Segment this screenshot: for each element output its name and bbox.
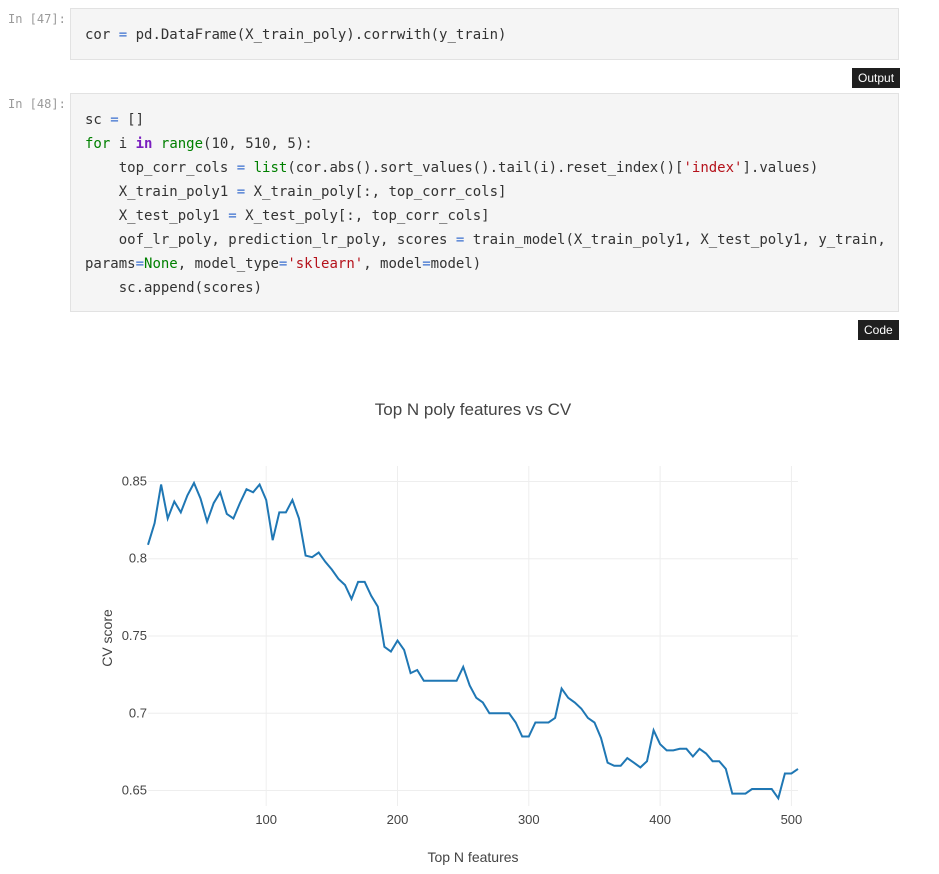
chart-title: Top N poly features vs CV: [375, 400, 572, 419]
code-token: 'index': [683, 160, 743, 176]
cell-prompt: In [47]:: [8, 12, 66, 26]
code-token: , model: [363, 256, 423, 272]
code-line: top_corr_cols = list(cor.abs().sort_valu…: [85, 156, 884, 180]
code-token: list: [253, 160, 288, 176]
y-tick-label: 0.65: [122, 783, 147, 798]
y-tick-label: 0.7: [129, 705, 147, 720]
code-token: range: [160, 136, 204, 152]
code-block: cor = pd.DataFrame(X_train_poly).corrwit…: [71, 9, 898, 47]
x-axis-label: Top N features: [427, 849, 518, 865]
cv-score-line: [147, 480, 799, 801]
code-token: =: [118, 27, 128, 43]
code-line: cor = pd.DataFrame(X_train_poly).corrwit…: [85, 23, 884, 47]
code-token: None: [144, 256, 178, 272]
code-token: in: [135, 136, 153, 152]
code-token: cor: [85, 27, 119, 43]
code-line: sc.append(scores): [85, 276, 884, 300]
code-line: for i in range(10, 510, 5):: [85, 132, 884, 156]
code-line: sc = []: [85, 108, 884, 132]
code-token: X_train_poly1: [85, 184, 237, 200]
code-cell[interactable]: cor = pd.DataFrame(X_train_poly).corrwit…: [70, 8, 899, 60]
line-chart: Top N poly features vs CV 0.65 0.7 0.75 0.8…: [99, 400, 802, 865]
y-tick-label: 0.8: [129, 551, 147, 566]
code-token: =: [228, 208, 237, 224]
code-token: []: [118, 112, 145, 128]
x-tick-label: 300: [518, 812, 540, 827]
x-tick-label: 400: [649, 812, 671, 827]
code-token: X_train_poly[:, top_corr_cols]: [245, 184, 507, 200]
code-line: X_train_poly1 = X_train_poly[:, top_corr…: [85, 180, 884, 204]
code-token: =: [236, 160, 246, 176]
code-toggle-button[interactable]: Code: [858, 320, 899, 340]
code-cell[interactable]: sc = [] for i in range(10, 510, 5): top_c…: [70, 93, 899, 312]
code-token: X_test_poly1: [85, 208, 229, 224]
y-tick-label: 0.75: [122, 628, 147, 643]
code-token: =: [110, 112, 119, 128]
code-token: =: [236, 184, 246, 200]
y-axis-label: CV score: [99, 609, 115, 667]
code-token: 'sklearn': [287, 256, 364, 272]
code-token: ].values): [742, 160, 819, 176]
x-tick-label: 100: [255, 812, 277, 827]
code-token: params: [85, 256, 136, 272]
code-token: model): [430, 256, 482, 272]
code-token: , model_type: [177, 256, 279, 272]
y-tick-label: 0.85: [122, 473, 147, 488]
x-axis-ticks: 100 200 300 400 500: [255, 812, 802, 827]
code-line: X_test_poly1 = X_test_poly[:, top_corr_c…: [85, 204, 884, 228]
code-token: pd.DataFrame(X_train_poly).corrwith(y_tr…: [127, 27, 507, 43]
code-token: train_model(X_train_poly1, X_test_poly1,…: [464, 232, 886, 248]
code-token: =: [135, 256, 145, 272]
code-line: params=None, model_type='sklearn', model…: [85, 252, 884, 276]
code-line: oof_lr_poly, prediction_lr_poly, scores …: [85, 228, 886, 252]
code-token: oof_lr_poly, prediction_lr_poly, scores: [85, 232, 456, 248]
code-token: (10, 510, 5):: [203, 136, 313, 152]
y-axis-ticks: 0.65 0.7 0.75 0.8 0.85: [122, 473, 147, 797]
code-token: for: [85, 136, 111, 152]
grid: [148, 466, 798, 806]
code-block: sc = [] for i in range(10, 510, 5): top_c…: [71, 94, 898, 300]
output-toggle-button[interactable]: Output: [852, 68, 901, 88]
x-tick-label: 500: [781, 812, 803, 827]
x-tick-label: 200: [387, 812, 409, 827]
code-token: X_test_poly[:, top_corr_cols]: [236, 208, 490, 224]
code-token: top_corr_cols: [85, 160, 237, 176]
code-token: (cor.abs().sort_values().tail(i).reset_i…: [287, 160, 684, 176]
cell-prompt: In [48]:: [8, 97, 66, 111]
code-token: i: [110, 136, 136, 152]
code-token: sc: [85, 112, 111, 128]
code-token: sc.append(scores): [85, 280, 263, 296]
code-token: =: [422, 256, 431, 272]
